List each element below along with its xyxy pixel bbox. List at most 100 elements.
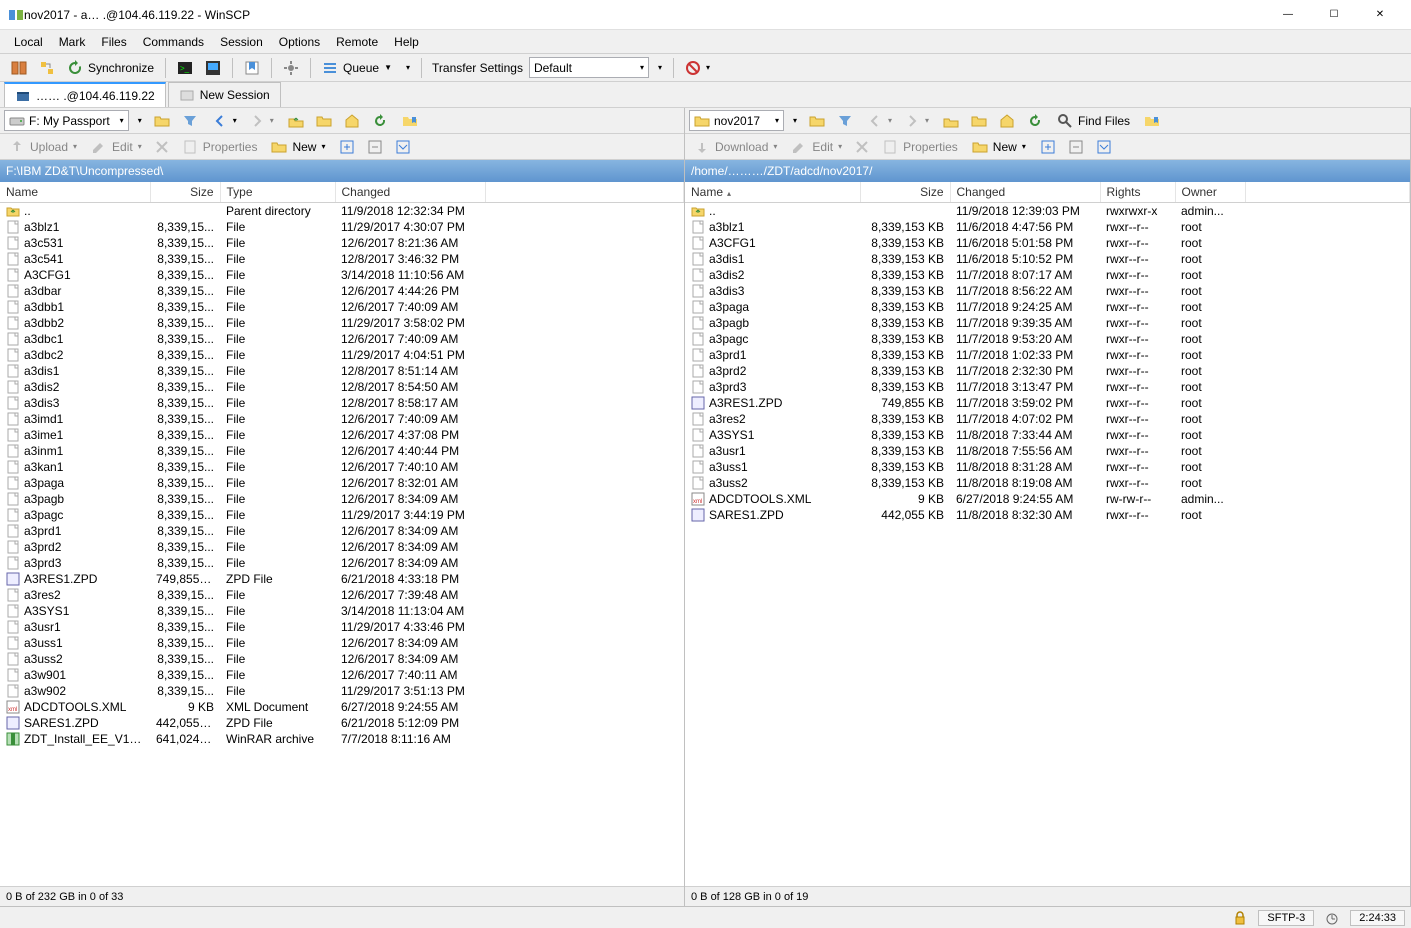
file-row[interactable]: ZDT_Install_EE_V12.0....641,024 KBWinRAR… [0,731,684,747]
remote-filter-button[interactable] [832,110,858,132]
local-parent-button[interactable] [283,110,309,132]
menu-commands[interactable]: Commands [135,32,212,52]
file-row[interactable]: a3pagc8,339,153 KB11/7/2018 9:53:20 AMrw… [685,331,1410,347]
file-row[interactable]: SARES1.ZPD442,055 KBZPD File6/21/2018 5:… [0,715,684,731]
file-row[interactable]: a3prd18,339,15...File12/6/2017 8:34:09 A… [0,523,684,539]
file-row[interactable]: a3prd28,339,153 KB11/7/2018 2:32:30 PMrw… [685,363,1410,379]
menu-session[interactable]: Session [212,32,271,52]
file-row[interactable]: A3RES1.ZPD749,855 KBZPD File6/21/2018 4:… [0,571,684,587]
remote-unselect-all-button[interactable] [1063,136,1089,158]
transfer-settings-more[interactable]: ▾ [651,57,667,79]
local-path[interactable]: F:\IBM ZD&T\Uncompressed\ [0,160,684,182]
sync-browse-button[interactable] [34,57,60,79]
file-row[interactable]: a3ime18,339,15...File12/6/2017 4:37:08 P… [0,427,684,443]
local-back-button[interactable]: ▾ [207,110,242,132]
file-row[interactable]: a3blz18,339,153 KB11/6/2018 4:47:56 PMrw… [685,219,1410,235]
file-row[interactable]: a3paga8,339,15...File12/6/2017 8:32:01 A… [0,475,684,491]
remote-bookmark-button[interactable] [1139,110,1165,132]
synchronize-button[interactable]: Synchronize [62,57,159,79]
remote-find-files-button[interactable]: Find Files [1052,110,1135,132]
remote-root-button[interactable] [966,110,992,132]
file-row[interactable]: a3dis28,339,153 KB11/7/2018 8:07:17 AMrw… [685,267,1410,283]
parent-dir[interactable]: ..Parent directory11/9/2018 12:32:34 PM [0,203,684,220]
minimize-button[interactable]: — [1265,0,1311,30]
remote-select-all-button[interactable] [1035,136,1061,158]
file-row[interactable]: a3usr18,339,15...File11/29/2017 4:33:46 … [0,619,684,635]
menu-local[interactable]: Local [6,32,51,52]
menu-help[interactable]: Help [386,32,427,52]
close-button[interactable]: ✕ [1357,0,1403,30]
file-row[interactable]: a3imd18,339,15...File12/6/2017 7:40:09 A… [0,411,684,427]
file-row[interactable]: A3CFG18,339,15...File3/14/2018 11:10:56 … [0,267,684,283]
local-drive-dropdown[interactable]: ▾ [131,110,147,132]
file-row[interactable]: xmlADCDTOOLS.XML9 KBXML Document6/27/201… [0,699,684,715]
local-drive-select[interactable]: F: My Passport▾ [4,110,129,131]
file-row[interactable]: a3dis38,339,153 KB11/7/2018 8:56:22 AMrw… [685,283,1410,299]
file-row[interactable]: SARES1.ZPD442,055 KB11/8/2018 8:32:30 AM… [685,507,1410,523]
local-open-dir-button[interactable] [149,110,175,132]
add-bookmark-button[interactable] [239,57,265,79]
file-row[interactable]: a3dbc28,339,15...File11/29/2017 4:04:51 … [0,347,684,363]
col-name[interactable]: Name▴ [685,182,860,203]
parent-dir[interactable]: ..11/9/2018 12:39:03 PMrwxrwxr-xadmin... [685,203,1410,220]
menu-files[interactable]: Files [93,32,134,52]
file-row[interactable]: a3prd38,339,153 KB11/7/2018 3:13:47 PMrw… [685,379,1410,395]
console-button[interactable]: >_ [172,57,198,79]
remote-open-dir-button[interactable] [804,110,830,132]
file-row[interactable]: a3pagb8,339,15...File12/6/2017 8:34:09 A… [0,491,684,507]
remote-file-list[interactable]: Name▴ Size Changed Rights Owner ..11/9/2… [685,182,1410,886]
local-filter-button[interactable] [177,110,203,132]
file-row[interactable]: a3w9018,339,15...File12/6/2017 7:40:11 A… [0,667,684,683]
tab-new-session[interactable]: New Session [168,82,281,107]
remote-parent-button[interactable] [938,110,964,132]
file-row[interactable]: a3prd28,339,15...File12/6/2017 8:34:09 A… [0,539,684,555]
file-row[interactable]: a3dbb18,339,15...File12/6/2017 7:40:09 A… [0,299,684,315]
remote-invert-selection-button[interactable] [1091,136,1117,158]
queue-button[interactable]: Queue ▼ [317,57,397,79]
file-row[interactable]: a3inm18,339,15...File12/6/2017 4:40:44 P… [0,443,684,459]
file-row[interactable]: A3CFG18,339,153 KB11/6/2018 5:01:58 PMrw… [685,235,1410,251]
file-row[interactable]: a3pagb8,339,153 KB11/7/2018 9:39:35 AMrw… [685,315,1410,331]
file-row[interactable]: a3dis28,339,15...File12/8/2017 8:54:50 A… [0,379,684,395]
file-row[interactable]: a3dis38,339,15...File12/8/2017 8:58:17 A… [0,395,684,411]
local-select-all-button[interactable] [334,136,360,158]
file-row[interactable]: A3SYS18,339,15...File3/14/2018 11:13:04 … [0,603,684,619]
col-changed[interactable]: Changed [950,182,1100,203]
menu-options[interactable]: Options [271,32,328,52]
file-row[interactable]: a3uss28,339,15...File12/6/2017 8:34:09 A… [0,651,684,667]
tab-session-active[interactable]: …… .@104.46.119.22 [4,82,166,107]
file-row[interactable]: a3c5318,339,15...File12/6/2017 8:21:36 A… [0,235,684,251]
file-row[interactable]: a3c5418,339,15...File12/8/2017 3:46:32 P… [0,251,684,267]
file-row[interactable]: a3dis18,339,153 KB11/6/2018 5:10:52 PMrw… [685,251,1410,267]
disconnect-button[interactable]: ▾ [680,57,715,79]
file-row[interactable]: A3SYS18,339,153 KB11/8/2018 7:33:44 AMrw… [685,427,1410,443]
file-row[interactable]: A3RES1.ZPD749,855 KB11/7/2018 3:59:02 PM… [685,395,1410,411]
local-bookmark-button[interactable] [397,110,423,132]
file-row[interactable]: a3prd18,339,153 KB11/7/2018 1:02:33 PMrw… [685,347,1410,363]
remote-home-button[interactable] [994,110,1020,132]
file-row[interactable]: a3w9028,339,15...File11/29/2017 3:51:13 … [0,683,684,699]
remote-refresh-button[interactable] [1022,110,1048,132]
local-refresh-button[interactable] [367,110,393,132]
local-unselect-all-button[interactable] [362,136,388,158]
col-name[interactable]: Name [0,182,150,203]
file-row[interactable]: a3paga8,339,153 KB11/7/2018 9:24:25 AMrw… [685,299,1410,315]
col-owner[interactable]: Owner [1175,182,1245,203]
file-row[interactable]: a3kan18,339,15...File12/6/2017 7:40:10 A… [0,459,684,475]
local-root-button[interactable] [311,110,337,132]
file-row[interactable]: a3usr18,339,153 KB11/8/2018 7:55:56 AMrw… [685,443,1410,459]
file-row[interactable]: a3res28,339,153 KB11/7/2018 4:07:02 PMrw… [685,411,1410,427]
col-size[interactable]: Size [860,182,950,203]
preferences-button[interactable] [278,57,304,79]
file-row[interactable]: a3uss28,339,153 KB11/8/2018 8:19:08 AMrw… [685,475,1410,491]
col-type[interactable]: Type [220,182,335,203]
putty-button[interactable] [200,57,226,79]
file-row[interactable]: a3dbar8,339,15...File12/6/2017 4:44:26 P… [0,283,684,299]
local-home-button[interactable] [339,110,365,132]
file-row[interactable]: a3dbb28,339,15...File11/29/2017 3:58:02 … [0,315,684,331]
file-row[interactable]: a3uss18,339,15...File12/6/2017 8:34:09 A… [0,635,684,651]
file-row[interactable]: a3uss18,339,153 KB11/8/2018 8:31:28 AMrw… [685,459,1410,475]
menu-mark[interactable]: Mark [51,32,94,52]
remote-dir-select[interactable]: nov2017▾ [689,110,784,131]
local-invert-selection-button[interactable] [390,136,416,158]
